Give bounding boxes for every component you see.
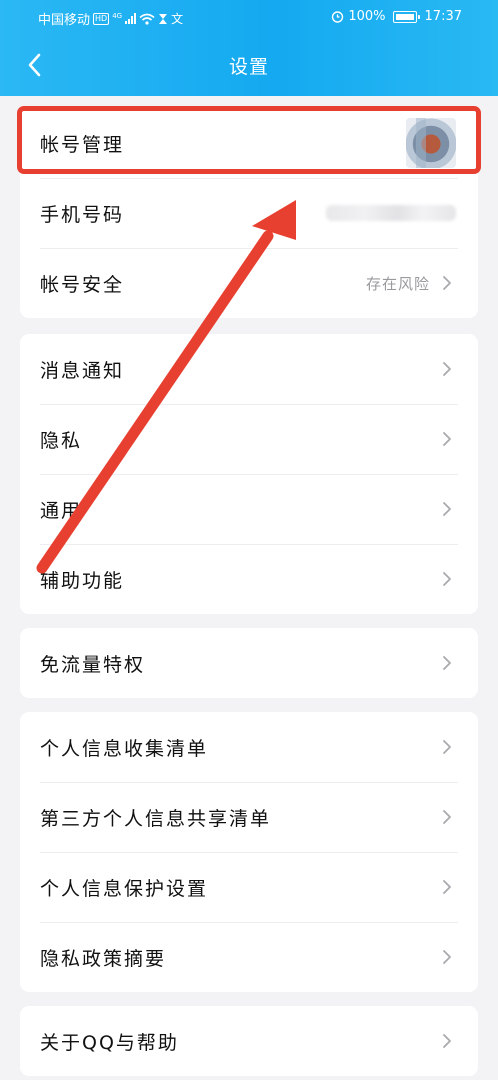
general-group: 消息通知 隐私 通用 辅助功能 (20, 334, 478, 614)
settings-item-phone-number[interactable]: 手机号码 (20, 178, 478, 248)
settings-item-accessibility[interactable]: 辅助功能 (20, 544, 478, 614)
settings-item-label: 第三方个人信息共享清单 (40, 807, 272, 830)
settings-item-label: 免流量特权 (40, 653, 146, 676)
wifi-icon (139, 13, 155, 25)
carrier-name: 中国移动 (38, 13, 91, 28)
chevron-right-icon (443, 502, 451, 516)
settings-item-third-party-sharing-list[interactable]: 第三方个人信息共享清单 (20, 782, 478, 852)
settings-item-label: 帐号管理 (40, 133, 125, 156)
battery-percent: 100% (348, 9, 386, 24)
account-group: 帐号管理 手机号码 帐号安全 存在风险 (20, 108, 478, 318)
status-left: 中国移动 HD 4G 文 (38, 9, 184, 29)
settings-item-label: 通用 (40, 499, 83, 522)
chevron-right-icon (443, 950, 451, 964)
chevron-right-icon (443, 810, 451, 824)
settings-item-about-help[interactable]: 关于QQ与帮助 (20, 1006, 478, 1076)
settings-item-label: 个人信息收集清单 (40, 737, 209, 760)
settings-item-label: 关于QQ与帮助 (40, 1031, 179, 1054)
battery-icon (392, 10, 420, 23)
chevron-right-icon (443, 432, 451, 446)
settings-item-info-collection-list[interactable]: 个人信息收集清单 (20, 712, 478, 782)
chevron-right-icon (443, 880, 451, 894)
chevron-right-icon (443, 362, 451, 376)
network-type: 4G (112, 11, 123, 20)
status-bar: 中国移动 HD 4G 文 100% 17:37 (0, 0, 498, 34)
avatar (406, 118, 456, 168)
page-title: 设置 (228, 56, 269, 78)
data-free-group: 免流量特权 (20, 628, 478, 698)
alarm-icon (332, 11, 344, 23)
settings-item-data-free-privilege[interactable]: 免流量特权 (20, 628, 478, 698)
settings-item-general[interactable]: 通用 (20, 474, 478, 544)
signal-icon (125, 13, 137, 24)
security-status: 存在风险 (365, 274, 430, 293)
settings-item-label: 个人信息保护设置 (40, 877, 209, 900)
settings-item-info-protection-settings[interactable]: 个人信息保护设置 (20, 852, 478, 922)
phone-number-redacted (326, 205, 456, 221)
chevron-right-icon (443, 656, 451, 670)
settings-item-label: 隐私 (40, 429, 83, 452)
about-group: 关于QQ与帮助 (20, 1006, 478, 1076)
settings-item-label: 辅助功能 (40, 569, 125, 592)
chevron-right-icon (443, 572, 451, 586)
hd-badge: HD (93, 12, 110, 25)
chevron-right-icon (443, 740, 451, 754)
hourglass-icon (159, 13, 168, 24)
settings-item-privacy-policy-summary[interactable]: 隐私政策摘要 (20, 922, 478, 992)
chevron-right-icon (443, 276, 451, 290)
settings-item-notifications[interactable]: 消息通知 (20, 334, 478, 404)
translate-icon: 文 (171, 12, 184, 26)
status-right: 100% 17:37 (331, 9, 462, 24)
chevron-right-icon (443, 1034, 451, 1048)
settings-item-label: 帐号安全 (40, 273, 125, 296)
settings-item-label: 消息通知 (40, 359, 125, 382)
header: 中国移动 HD 4G 文 100% 17:37 设置 (0, 0, 498, 96)
settings-item-account-security[interactable]: 帐号安全 存在风险 (20, 248, 478, 318)
settings-item-account-management[interactable]: 帐号管理 (20, 108, 478, 178)
clock: 17:37 (424, 9, 462, 24)
settings-item-label: 隐私政策摘要 (40, 947, 167, 970)
settings-item-privacy[interactable]: 隐私 (20, 404, 478, 474)
settings-item-label: 手机号码 (40, 203, 125, 226)
personal-info-group: 个人信息收集清单 第三方个人信息共享清单 个人信息保护设置 隐私政策摘要 (20, 712, 478, 992)
